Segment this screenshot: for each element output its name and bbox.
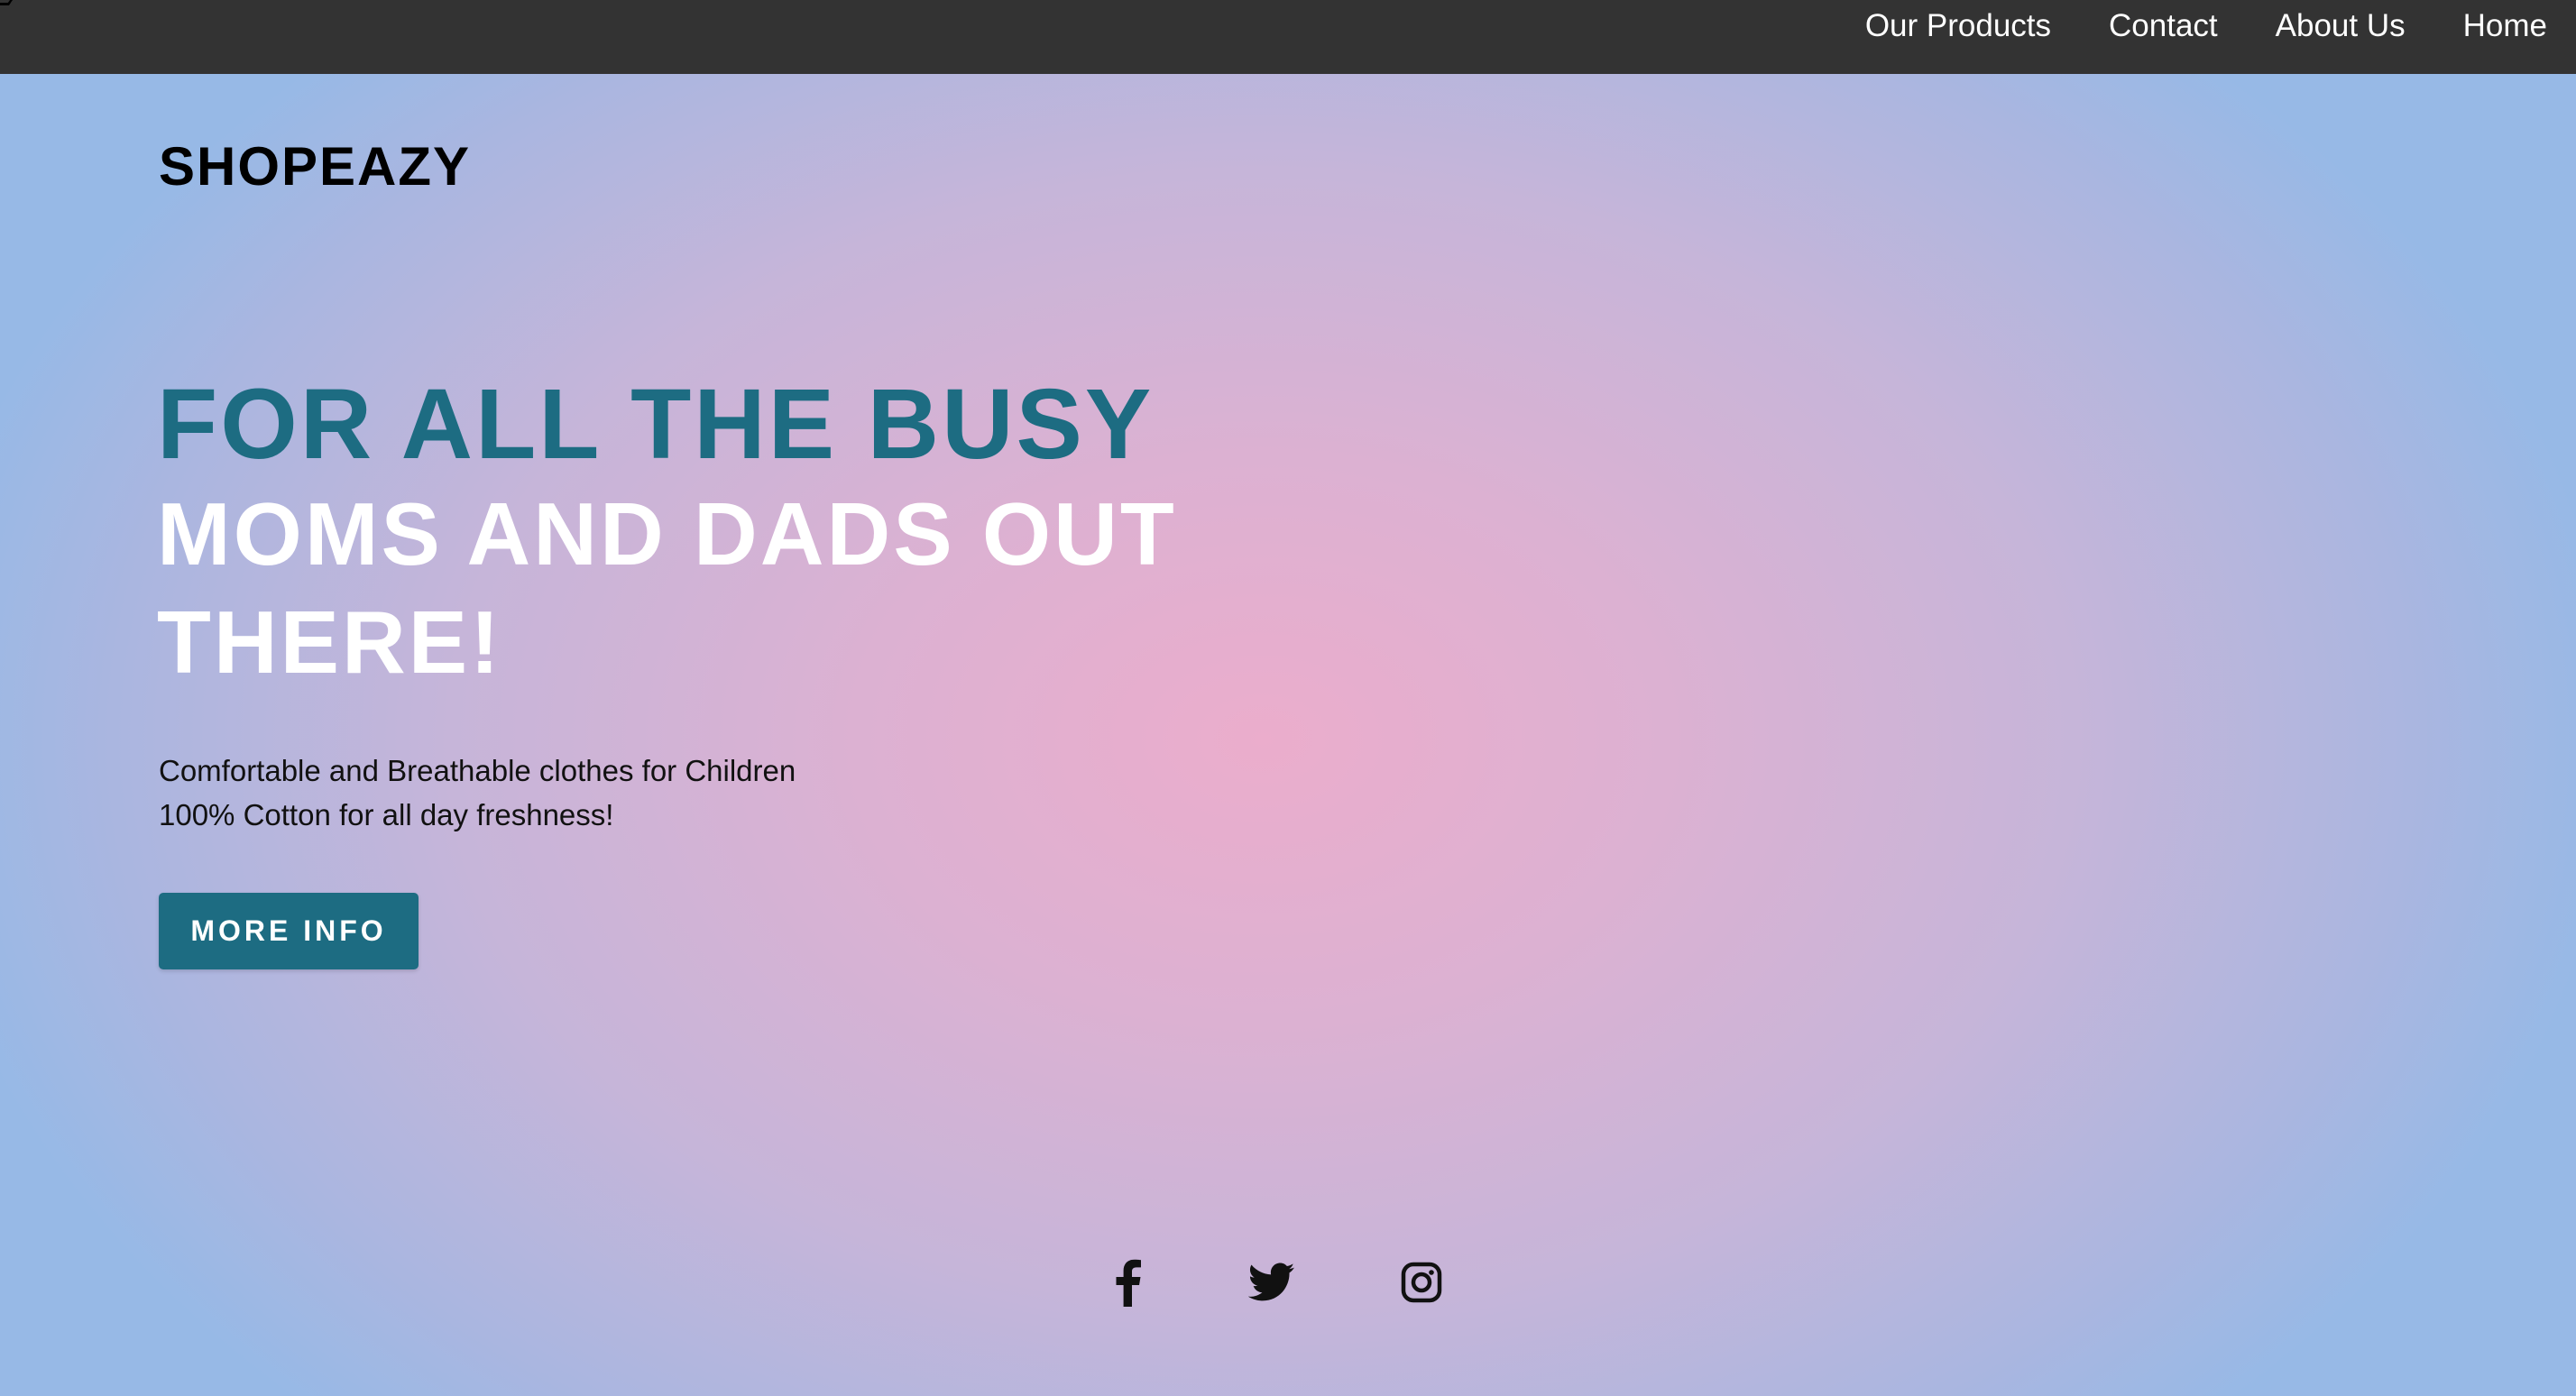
hero-title-line-3: THERE!	[157, 592, 502, 692]
tagline-line-2: 100% Cotton for all day freshness!	[159, 798, 614, 831]
nav-links: Our Products Contact About Us Home	[1808, 0, 2547, 52]
hero-title-line-2: MOMS AND DADS OUT	[157, 484, 1177, 583]
hero-tagline: Comfortable and Breathable clothes for C…	[159, 749, 796, 837]
twitter-icon[interactable]	[1245, 1255, 1299, 1309]
hero-title: FOR ALL THE BUSY MOMS AND DADS OUT THERE…	[157, 370, 1177, 696]
tagline-line-1: Comfortable and Breathable clothes for C…	[159, 754, 796, 787]
nav-item-our-products[interactable]: Our Products	[1865, 8, 2051, 44]
hero-title-line-1: FOR ALL THE BUSY	[157, 369, 1155, 480]
instagram-icon[interactable]	[1394, 1255, 1449, 1309]
nav-item-contact[interactable]: Contact	[2109, 8, 2218, 44]
brand-logo[interactable]: SHOPEAZY	[159, 135, 471, 197]
facebook-icon[interactable]	[1100, 1255, 1155, 1309]
corner-arrow-icon	[0, 0, 13, 5]
nav-item-home[interactable]: Home	[2463, 8, 2547, 44]
more-info-button[interactable]: MORE INFO	[159, 893, 419, 969]
top-navbar: Our Products Contact About Us Home	[0, 0, 2576, 74]
nav-item-about-us[interactable]: About Us	[2276, 8, 2406, 44]
